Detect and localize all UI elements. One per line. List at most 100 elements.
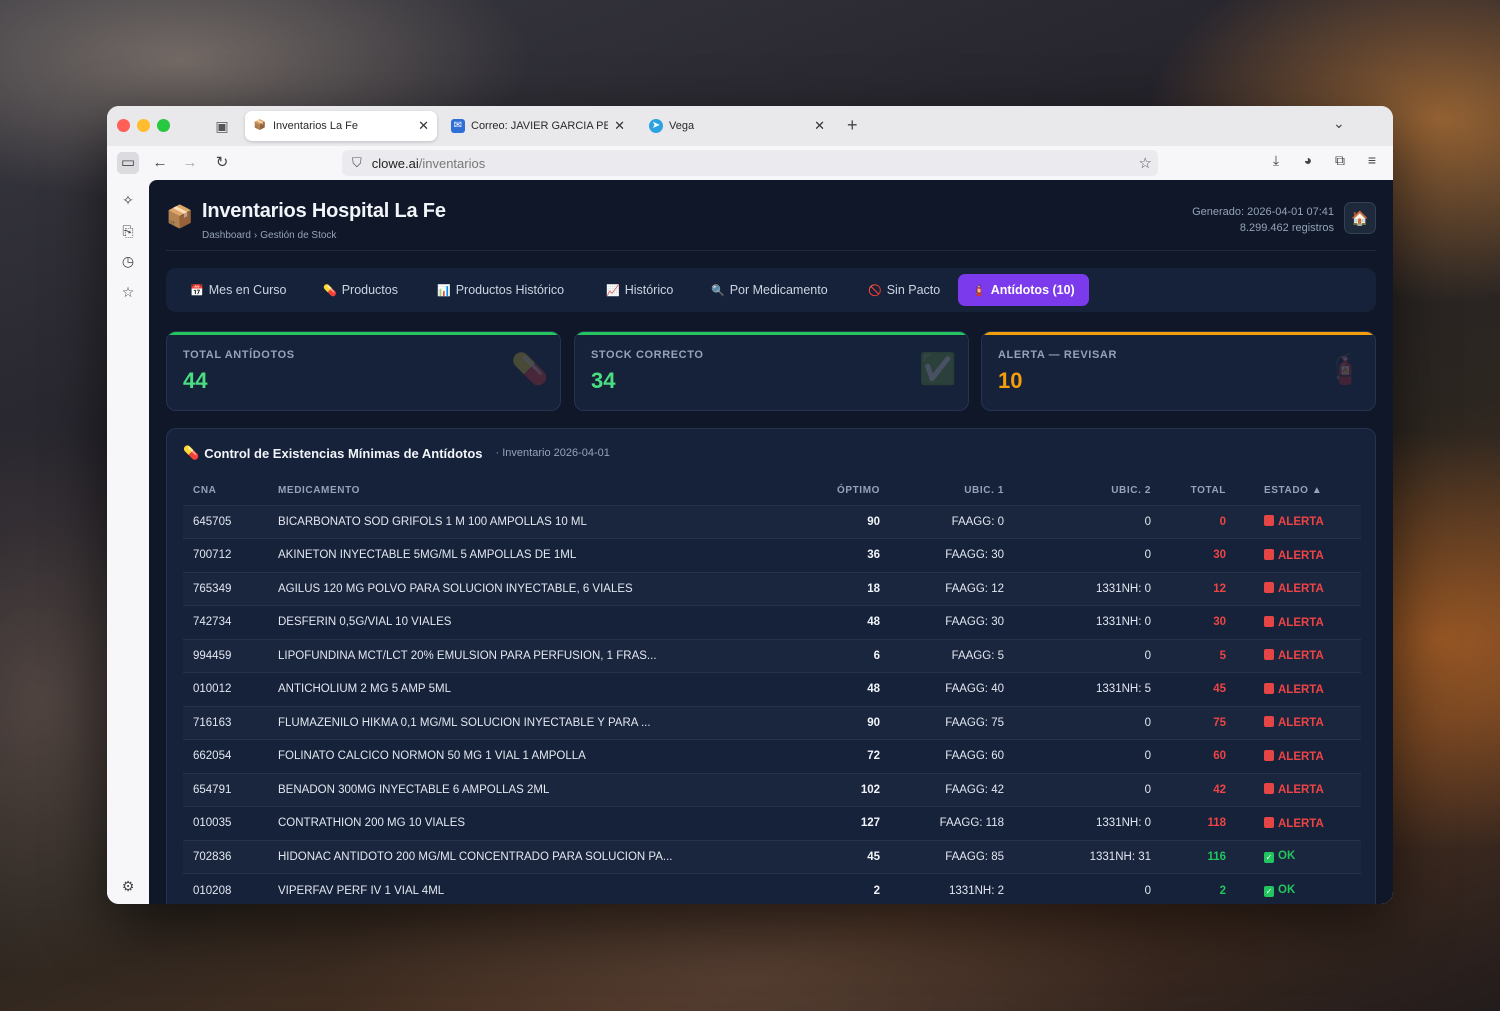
tab-historico[interactable]: 📈 Histórico (592, 274, 687, 306)
browser-tab-inventarios[interactable]: 📦 Inventarios La Fe ✕ (245, 111, 437, 141)
col-optimo[interactable]: ÓPTIMO (748, 477, 890, 505)
cell-estado: ALERTA (1236, 772, 1361, 807)
breadcrumb-dashboard[interactable]: Dashboard (202, 230, 251, 241)
cell-estado: ALERTA (1236, 672, 1361, 706)
synced-tabs-icon[interactable]: ⎘ (118, 221, 138, 241)
extinguisher-icon (1264, 515, 1274, 527)
status-badge: ALERTA (1278, 583, 1324, 596)
tab-mes-en-curso[interactable]: 📅 Mes en Curso (176, 274, 301, 306)
table-body: 645705 BICARBONATO SOD GRIFOLS 1 M 100 AM… (183, 504, 1361, 904)
address-bar[interactable]: ⛉ clowe.ai/inventarios ☆ (342, 150, 1158, 176)
table-row[interactable]: 702836 HIDONAC ANTIDOTO 200 MG/ML CONCENT… (183, 839, 1361, 874)
cell-total: 42 (1161, 772, 1236, 807)
col-cna[interactable]: CNA (183, 477, 268, 505)
cell-optimo: 90 (748, 705, 890, 740)
tab-label: Mes en Curso (208, 283, 287, 297)
history-clock-icon[interactable]: ◷ (118, 251, 138, 271)
cell-ubic2: 0 (1014, 705, 1161, 740)
cell-ubic2: 0 (1014, 504, 1161, 539)
browser-tab-vega[interactable]: ➤ Vega ✕ (641, 111, 833, 141)
close-tab-icon[interactable]: ✕ (614, 118, 625, 134)
bookmark-star-icon[interactable]: ☆ (1139, 154, 1152, 172)
col-total[interactable]: TOTAL (1161, 477, 1236, 505)
close-tab-icon[interactable]: ✕ (418, 118, 429, 134)
cell-estado: ALERTA (1236, 806, 1361, 840)
minimize-window-button[interactable] (137, 119, 150, 132)
table-row[interactable]: 742734 DESFERIN 0,5G/VIAL 10 VIALES 48 FAAG… (183, 605, 1361, 639)
page-title: Inventarios Hospital La Fe (202, 200, 446, 222)
table-row[interactable]: 010012 ANTICHOLIUM 2 MG 5 AMP 5ML 48 FAAGG:… (183, 672, 1361, 706)
table-row[interactable]: 765349 AGILUS 120 MG POLVO PARA SOLUCION … (183, 571, 1361, 606)
close-window-button[interactable] (117, 119, 130, 132)
table-row[interactable]: 700712 AKINETON INYECTABLE 5MG/ML 5 AMPOL… (183, 538, 1361, 572)
bookmarks-star-icon[interactable]: ☆ (118, 282, 138, 302)
col-ubic2[interactable]: UBIC. 2 (1014, 477, 1161, 505)
extinguisher-icon: 🧯 (1326, 353, 1364, 386)
cell-total: 60 (1161, 739, 1236, 773)
cell-estado: ALERTA (1236, 571, 1361, 606)
cell-total: 118 (1161, 806, 1236, 840)
status-badge: OK (1278, 850, 1296, 863)
breadcrumb-separator: › (253, 230, 258, 241)
extensions-icon[interactable]: ⧉ (1329, 152, 1351, 169)
cell-cna: 765349 (183, 571, 268, 606)
account-icon[interactable]: ◕ (1297, 152, 1319, 168)
cell-medicamento: BICARBONATO SOD GRIFOLS 1 M 100 AMPOLLAS… (268, 504, 748, 539)
extinguisher-icon (1264, 816, 1274, 828)
tab-sin-pacto[interactable]: 🚫 Sin Pacto (854, 274, 954, 306)
tab-productos[interactable]: 💊 Productos (309, 274, 412, 306)
cell-medicamento: AKINETON INYECTABLE 5MG/ML 5 AMPOLLAS DE… (268, 538, 748, 572)
check-icon: ✅ (919, 353, 957, 386)
col-medicamento[interactable]: MEDICAMENTO (268, 477, 748, 505)
cell-optimo: 18 (748, 571, 890, 606)
col-ubic1[interactable]: UBIC. 1 (890, 477, 1014, 505)
ai-sparkle-icon[interactable]: ✧ (118, 190, 138, 210)
table-row[interactable]: 662054 FOLINATO CALCICO NORMON 50 MG 1 VI… (183, 739, 1361, 773)
cell-ubic1: FAAGG: 12 (890, 571, 1014, 606)
back-arrow-icon[interactable]: ← (149, 152, 171, 174)
settings-gear-icon[interactable]: ⚙ (118, 876, 138, 896)
cell-medicamento: BENADON 300MG INYECTABLE 6 AMPOLLAS 2ML (268, 772, 748, 807)
tab-por-medicamento[interactable]: 🔍 Por Medicamento (697, 274, 842, 306)
tab-productos-historico[interactable]: 📊 Productos Histórico (423, 274, 578, 306)
cell-ubic2: 1331NH: 31 (1014, 839, 1161, 874)
sidebar-toggle-icon[interactable]: ▭ (117, 152, 139, 174)
browser-tab-correo[interactable]: ✉ Correo: JAVIER GARCIA PELLICER ✕ (443, 111, 633, 141)
table-row[interactable]: 994459 LIPOFUNDINA MCT/LCT 20% EMULSION P… (183, 638, 1361, 673)
records-count: 8.299.462 registros (1239, 222, 1334, 234)
pill-icon: 💊 (183, 445, 200, 460)
tab-label: Histórico (624, 283, 674, 297)
tab-title: Correo: JAVIER GARCIA PELLICER (471, 120, 609, 132)
forward-arrow-icon[interactable]: → (179, 152, 201, 174)
cell-ubic1: FAAGG: 75 (890, 705, 1014, 740)
close-tab-icon[interactable]: ✕ (814, 118, 825, 134)
antidotes-table: CNA MEDICAMENTO ÓPTIMO UBIC. 1 UBIC. 2 T… (183, 477, 1361, 904)
download-icon[interactable]: ⤓ (1265, 152, 1287, 169)
chevron-down-icon[interactable]: ⌄ (1333, 115, 1345, 132)
table-row[interactable]: 716163 FLUMAZENILO HIKMA 0,1 MG/ML SOLUCI… (183, 705, 1361, 740)
reload-icon[interactable]: ↻ (211, 152, 233, 174)
zoom-window-button[interactable] (157, 119, 170, 132)
col-estado[interactable]: ESTADO ▲ (1236, 477, 1361, 505)
status-badge: ALERTA (1278, 817, 1324, 830)
stat-label: TOTAL ANTÍDOTOS (183, 349, 295, 361)
stat-card-stock-correcto: STOCK CORRECTO 34 ✅ (574, 331, 969, 411)
home-button[interactable]: 🏠 (1344, 202, 1376, 234)
new-tab-icon[interactable]: + (847, 115, 858, 136)
cell-ubic1: FAAGG: 40 (890, 672, 1014, 706)
cell-optimo: 90 (748, 504, 890, 539)
app-header: 📦 Inventarios Hospital La Fe Dashboard › G… (166, 200, 1376, 250)
cell-ubic1: FAAGG: 118 (890, 806, 1014, 840)
table-row[interactable]: 645705 BICARBONATO SOD GRIFOLS 1 M 100 AM… (183, 504, 1361, 539)
cell-cna: 702836 (183, 839, 268, 874)
menu-icon[interactable]: ≡ (1361, 152, 1383, 168)
table-row[interactable]: 010208 VIPERFAV PERF IV 1 VIAL 4ML 2 1331NH… (183, 873, 1361, 904)
table-row[interactable]: 010035 CONTRATHION 200 MG 10 VIALES 127 FAA… (183, 806, 1361, 840)
extinguisher-icon (1264, 749, 1274, 761)
generation-info: Generado: 2026-04-01 07:41 8.299.462 reg… (1192, 204, 1334, 236)
cell-optimo: 72 (748, 739, 890, 773)
extinguisher-icon (1264, 615, 1274, 627)
tab-overview-icon[interactable]: ▣ (213, 117, 231, 135)
table-row[interactable]: 654791 BENADON 300MG INYECTABLE 6 AMPOLLA… (183, 772, 1361, 807)
tab-antidotos[interactable]: 🧯 Antídotos (10) (958, 274, 1089, 306)
